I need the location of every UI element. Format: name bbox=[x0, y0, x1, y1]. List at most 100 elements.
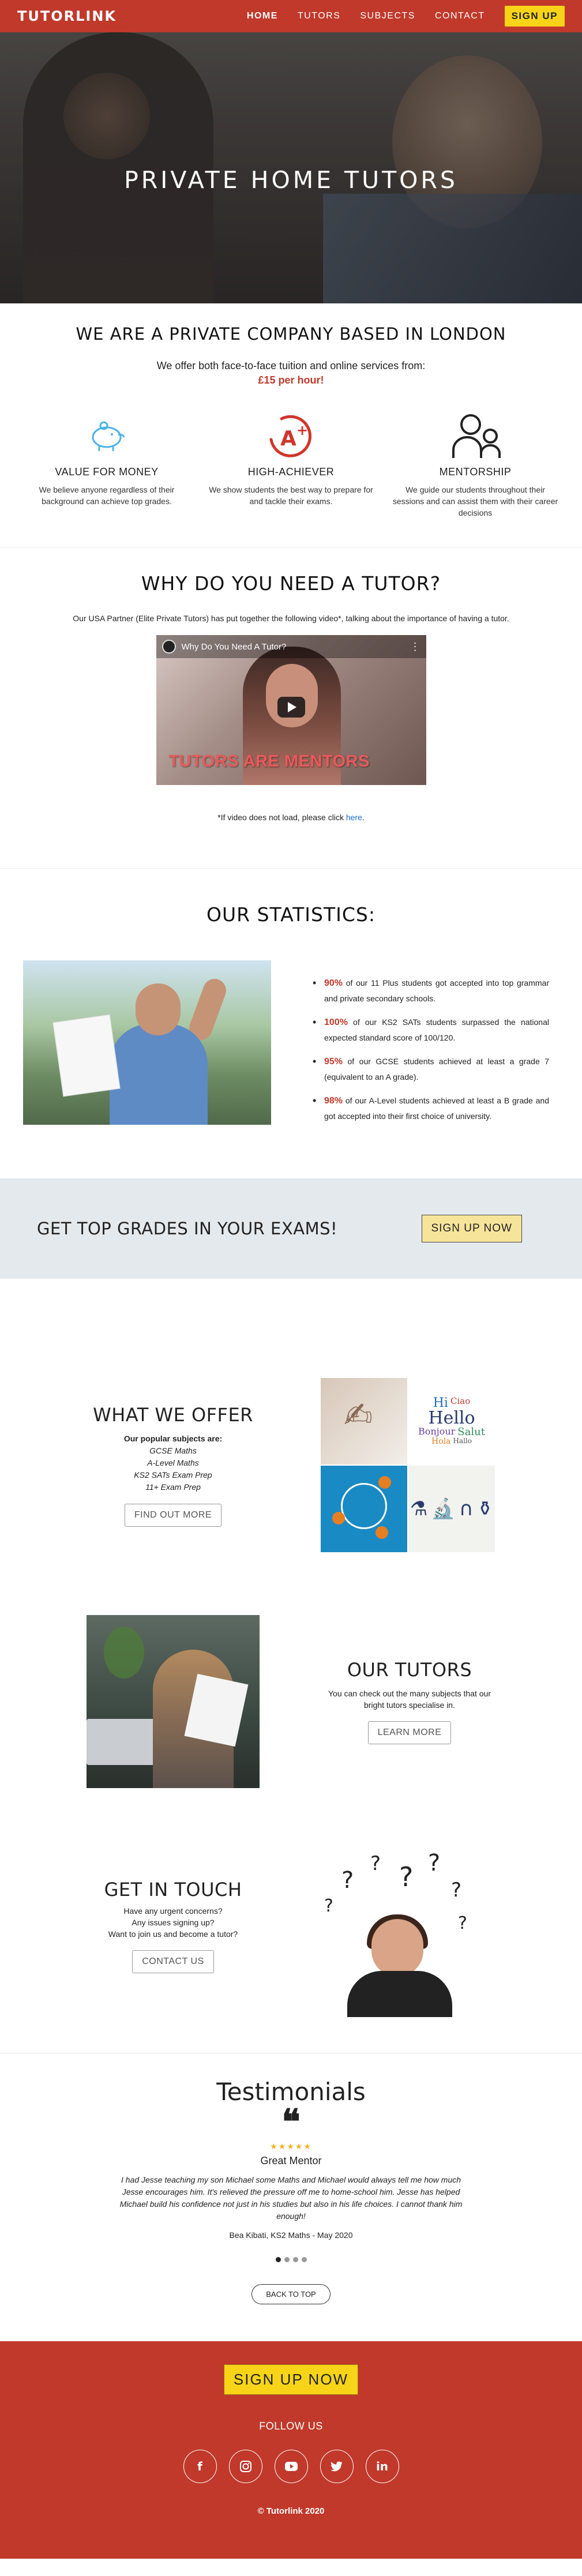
social-links: f in bbox=[0, 2450, 582, 2483]
student-head bbox=[136, 983, 181, 1035]
nav-link-subjects[interactable]: SUBJECTS bbox=[360, 11, 415, 21]
logo[interactable]: TUTORLINK bbox=[17, 8, 117, 24]
subjects-list: GCSE Maths A-Level Maths KS2 SATs Exam P… bbox=[87, 1445, 260, 1493]
plant bbox=[104, 1627, 144, 1678]
tutors-block: OUR TUTORS You can check out the many su… bbox=[0, 1599, 582, 1804]
tutors-title: OUR TUTORS bbox=[347, 1659, 472, 1681]
test-tube-icon: ⚱ bbox=[476, 1497, 494, 1520]
stat-item: 100% of our KS2 SATs students surpassed … bbox=[313, 1015, 549, 1046]
video-note-end: . bbox=[362, 813, 365, 822]
subject-item: GCSE Maths bbox=[149, 1445, 197, 1455]
video-section: WHY DO YOU NEED A TUTOR? Our USA Partner… bbox=[0, 548, 582, 869]
stat-item: 90% of our 11 Plus students got accepted… bbox=[313, 975, 549, 1007]
stat-text: of our GCSE students achieved at least a… bbox=[324, 1057, 549, 1082]
coin bbox=[376, 1526, 388, 1539]
svg-text:A: A bbox=[280, 427, 296, 450]
coin bbox=[378, 1476, 391, 1489]
nav-link-tutors[interactable]: TUTORS bbox=[298, 11, 340, 21]
feature-text: We show students the best way to prepare… bbox=[209, 485, 373, 506]
carousel-dot[interactable] bbox=[275, 2257, 281, 2262]
finance-image bbox=[321, 1466, 407, 1552]
question-mark-icon: ? bbox=[341, 1867, 354, 1894]
contact-line: Want to join us and become a tutor? bbox=[108, 1929, 238, 1939]
contact-us-button[interactable]: CONTACT US bbox=[132, 1950, 214, 1973]
cta-band: GET TOP GRADES IN YOUR EXAMS! SIGN UP NO… bbox=[0, 1178, 582, 1279]
tutors-description: You can check out the many subjects that… bbox=[328, 1689, 491, 1710]
statistics-list: 90% of our 11 Plus students got accepted… bbox=[313, 975, 549, 1132]
top-nav: TUTORLINK HOME TUTORS SUBJECTS CONTACT S… bbox=[0, 0, 582, 32]
video-fallback-link[interactable]: here bbox=[346, 813, 362, 822]
instagram-icon[interactable] bbox=[228, 2450, 262, 2483]
carousel-dots bbox=[0, 2257, 582, 2262]
play-button[interactable] bbox=[277, 697, 305, 718]
question-mark-icon: ? bbox=[451, 1879, 462, 1902]
nav-signup-button[interactable]: SIGN UP bbox=[504, 6, 565, 27]
writing-exam-image bbox=[321, 1378, 407, 1465]
offer-subtitle: Our popular subjects are: bbox=[123, 1433, 223, 1443]
statistics-row: 90% of our 11 Plus students got accepted… bbox=[0, 926, 582, 1132]
question-mark-icon: ? bbox=[399, 1861, 414, 1892]
youtube-icon[interactable] bbox=[274, 2450, 308, 2483]
more-vertical-icon[interactable]: ⋮ bbox=[410, 641, 420, 653]
nav-link-home[interactable]: HOME bbox=[247, 11, 278, 21]
question-mark-icon: ? bbox=[324, 1896, 333, 1916]
carousel-dot[interactable] bbox=[301, 2257, 307, 2262]
flask-icon: ⚗ bbox=[410, 1497, 428, 1520]
woman-head bbox=[371, 1919, 423, 1977]
feature-title: HIGH-ACHIEVER bbox=[247, 466, 335, 478]
question-mark-icon: ? bbox=[428, 1850, 441, 1876]
stat-text: of our A-Level students achieved at leas… bbox=[324, 1096, 549, 1121]
woman-body bbox=[347, 1971, 452, 2017]
statistics-section: OUR STATISTICS: 90% of our 11 Plus stude… bbox=[0, 869, 582, 1178]
hero-banner: PRIVATE HOME TUTORS bbox=[0, 32, 582, 303]
svg-text:+: + bbox=[296, 422, 308, 438]
testimonials-section: Testimonials ❝ ★★★★★ Great Mentor I had … bbox=[0, 2053, 582, 2341]
video-player[interactable]: Why Do You Need A Tutor? ⋮ TUTORS ARE ME… bbox=[156, 635, 426, 785]
statistics-title: OUR STATISTICS: bbox=[206, 903, 376, 926]
thinking-woman-image: ? ? ? ? ? ? ? bbox=[324, 1850, 475, 2017]
stat-percent: 95% bbox=[324, 1057, 343, 1067]
testimonial-heading: Great Mentor bbox=[260, 2155, 322, 2166]
tutors-text: OUR TUTORS You can check out the many su… bbox=[317, 1659, 502, 1744]
magnet-icon: ∩ bbox=[459, 1497, 474, 1520]
back-to-top-button[interactable]: BACK TO TOP bbox=[251, 2284, 331, 2304]
carousel-dot[interactable] bbox=[292, 2257, 298, 2262]
testimonial-author: Bea Kibati, KS2 Maths - May 2020 bbox=[229, 2230, 353, 2240]
stat-percent: 98% bbox=[324, 1096, 343, 1106]
footer-signup-button[interactable]: SIGN UP NOW bbox=[223, 2364, 359, 2395]
page: TUTORLINK HOME TUTORS SUBJECTS CONTACT S… bbox=[0, 0, 582, 2559]
company-title: WE ARE A PRIVATE COMPANY BASED IN LONDON bbox=[76, 324, 506, 344]
video-note-text: *If video does not load, please click bbox=[217, 813, 346, 822]
stat-text: of our KS2 SATs students surpassed the n… bbox=[324, 1017, 549, 1042]
video-thumbnail-face bbox=[265, 664, 318, 727]
testimonial-text: I had Jesse teaching my son Michael some… bbox=[119, 2175, 463, 2221]
nav-links: HOME TUTORS SUBJECTS CONTACT SIGN UP bbox=[247, 6, 565, 27]
video-caption: TUTORS ARE MENTORS bbox=[168, 752, 370, 771]
contact-block: GET IN TOUCH Have any urgent concerns? A… bbox=[0, 1804, 582, 2053]
cta-signup-button[interactable]: SIGN UP NOW bbox=[421, 1215, 522, 1242]
find-out-more-button[interactable]: FIND OUT MORE bbox=[124, 1503, 222, 1527]
linkedin-icon[interactable]: in bbox=[365, 2450, 399, 2483]
facebook-icon[interactable]: f bbox=[183, 2450, 217, 2483]
stat-item: 98% of our A-Level students achieved at … bbox=[313, 1093, 549, 1124]
tutor-at-desk-image bbox=[87, 1615, 260, 1788]
offer-text: WHAT WE OFFER Our popular subjects are: … bbox=[87, 1404, 260, 1527]
rating-stars: ★★★★★ bbox=[270, 2142, 312, 2151]
company-section: WE ARE A PRIVATE COMPANY BASED IN LONDON… bbox=[0, 303, 582, 548]
carousel-dot[interactable] bbox=[284, 2257, 290, 2262]
video-title[interactable]: Why Do You Need A Tutor? bbox=[182, 642, 287, 652]
learn-more-button[interactable]: LEARN MORE bbox=[367, 1721, 452, 1744]
channel-avatar[interactable] bbox=[162, 640, 176, 654]
stat-item: 95% of our GCSE students achieved at lea… bbox=[313, 1054, 549, 1085]
follow-us-label: FOLLOW US bbox=[259, 2420, 323, 2432]
laptop bbox=[87, 1719, 162, 1765]
contact-line: Any issues signing up? bbox=[132, 1918, 215, 1927]
nav-link-contact[interactable]: CONTACT bbox=[435, 11, 485, 21]
video-section-title: WHY DO YOU NEED A TUTOR? bbox=[141, 572, 441, 595]
contact-line: Have any urgent concerns? bbox=[123, 1906, 223, 1916]
subject-item: A-Level Maths bbox=[147, 1458, 199, 1467]
copyright: © Tutorlink 2020 bbox=[257, 2506, 325, 2516]
mentorship-icon bbox=[392, 410, 559, 463]
twitter-icon[interactable] bbox=[320, 2450, 354, 2483]
question-mark-icon: ? bbox=[458, 1913, 467, 1933]
